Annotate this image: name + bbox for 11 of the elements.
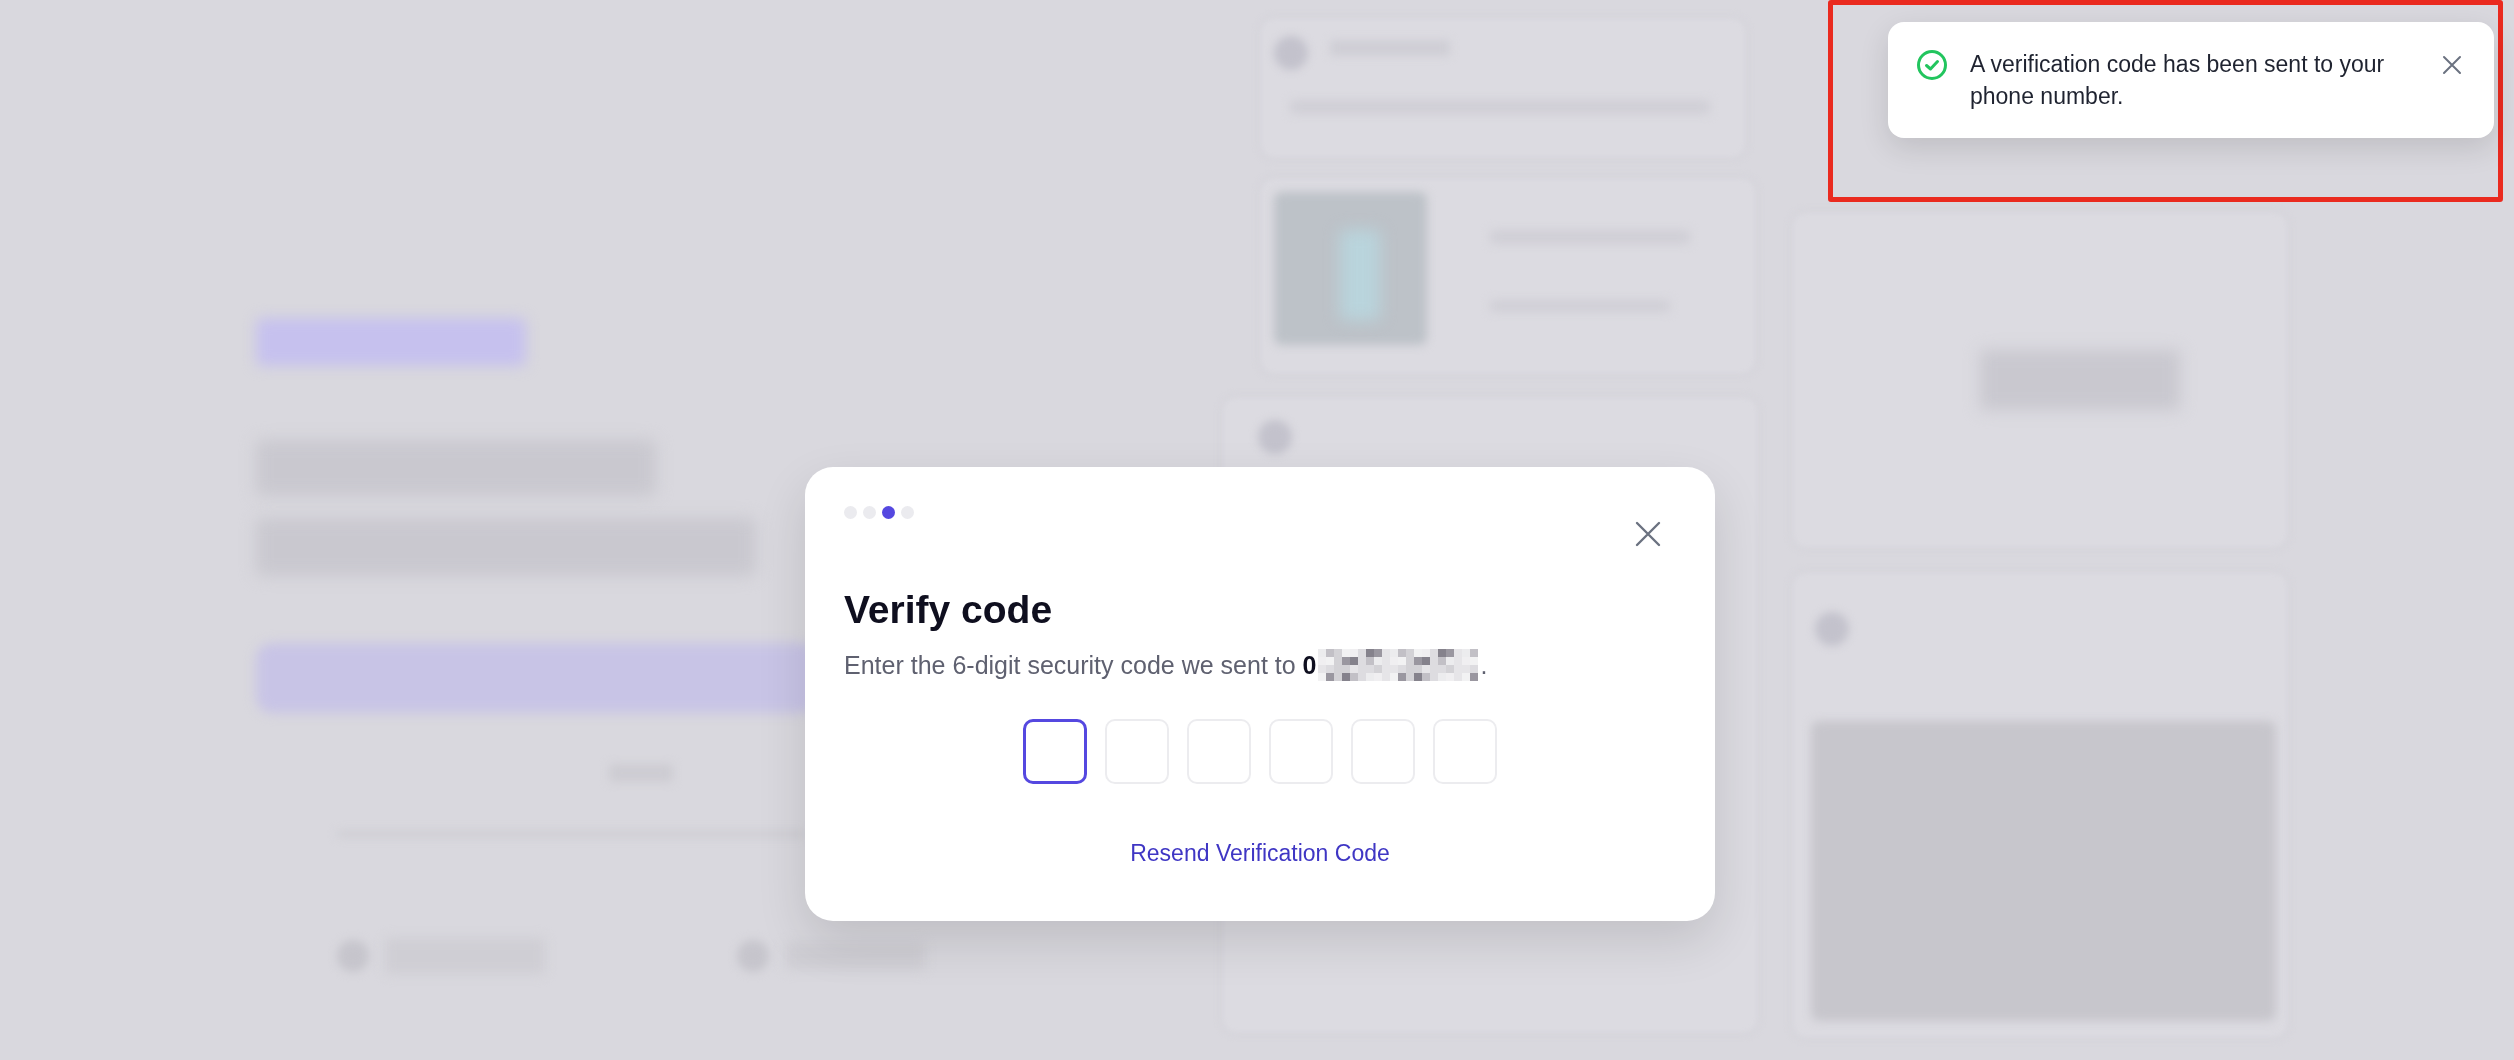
success-check-icon (1916, 49, 1948, 81)
description-text: Enter the 6-digit security code we sent to 0 (844, 650, 1317, 681)
toast-message: A verification code has been sent to your phone number. (1970, 50, 2386, 111)
close-button[interactable] (1635, 521, 1661, 547)
period-text: . (1480, 650, 1488, 681)
close-icon (2442, 55, 2462, 75)
close-icon (1635, 521, 1661, 547)
dialog-title: Verify code (844, 587, 1053, 633)
code-input-field[interactable] (1023, 719, 1087, 784)
close-button[interactable] (2440, 53, 2464, 77)
resend-verification-link[interactable]: Resend Verification Code (1115, 837, 1390, 869)
